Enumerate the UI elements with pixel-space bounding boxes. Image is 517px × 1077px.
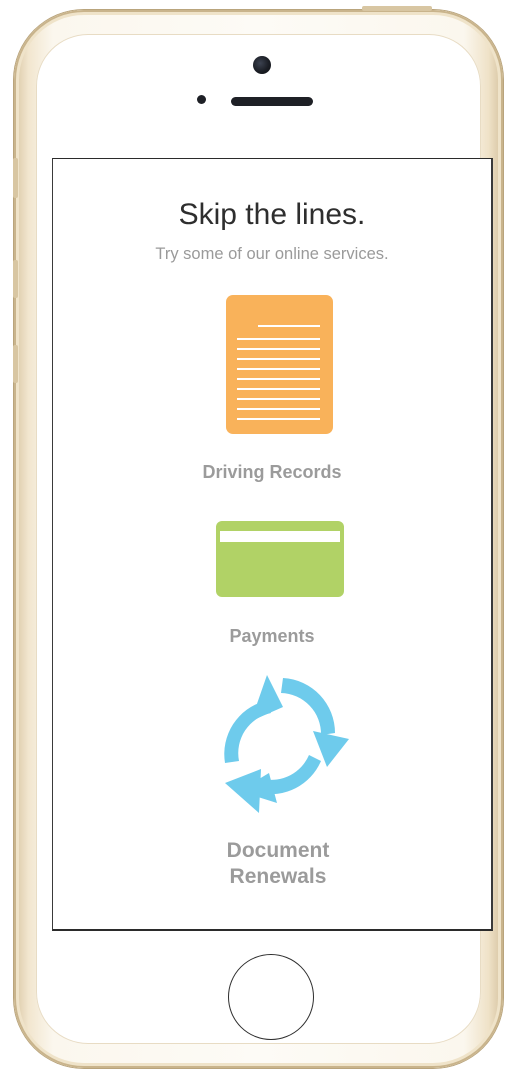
proximity-sensor (197, 95, 206, 104)
phone-screen: Skip the lines. Try some of our online s… (52, 158, 493, 931)
document-icon[interactable] (226, 295, 333, 434)
volume-up-button (13, 260, 18, 298)
payments-link[interactable]: Payments (53, 624, 491, 649)
page-subtitle: Try some of our online services. (155, 245, 389, 263)
page-title: Skip the lines. (178, 198, 366, 231)
driving-records-link[interactable]: Driving Records (53, 460, 491, 485)
credit-card-icon[interactable] (216, 521, 344, 597)
earpiece-speaker (231, 97, 313, 106)
mute-switch (13, 158, 18, 198)
document-renewals-link[interactable]: Document Renewals (208, 838, 348, 890)
power-button (362, 6, 432, 11)
renew-cycle-icon[interactable] (201, 663, 361, 823)
volume-down-button (13, 345, 18, 383)
front-camera (253, 56, 271, 74)
home-button[interactable] (228, 954, 314, 1040)
